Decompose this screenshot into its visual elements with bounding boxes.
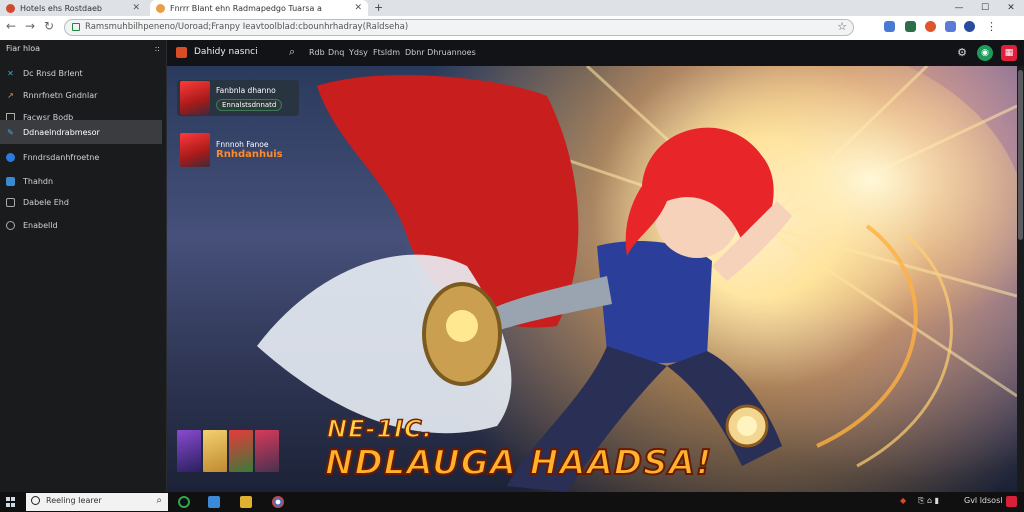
- sidebar: Fiar hloa :: ✕ Dc Rnsd Brlent ↗ Rnnrfnet…: [0, 40, 167, 492]
- nav-link-5[interactable]: Dbnr Dhruannoes: [405, 48, 476, 57]
- menu-dots-icon[interactable]: ⋮: [986, 20, 997, 33]
- tray-alert-icon[interactable]: ◆: [900, 496, 906, 505]
- sidebar-item-label: Rnnrfnetn Gndnlar: [23, 90, 98, 100]
- profile-avatar-icon[interactable]: [964, 21, 975, 32]
- site-logo-icon[interactable]: [176, 47, 187, 58]
- tray-clock-text: Gvl ldsosl: [964, 496, 1003, 505]
- browser-toolbar: ← → ↻ Ramsmuhbilhpeneno/Uoroad;Franpy Ie…: [0, 16, 1024, 41]
- extension-icon[interactable]: [905, 21, 916, 32]
- card-title: Fanbnla dhanno: [216, 85, 276, 95]
- sidebar-item-2[interactable]: ↗ Rnnrfnetn Gndnlar: [0, 84, 162, 106]
- search-icon[interactable]: ⌕: [289, 45, 295, 59]
- settings-icon[interactable]: ⚙: [954, 45, 970, 61]
- character-thumbnail[interactable]: [255, 430, 279, 472]
- extension-icon[interactable]: [945, 21, 956, 32]
- taskbar-search-box[interactable]: Reeling Iearer ⌕: [26, 493, 168, 511]
- site-header: Dahidy nasnci ⌕ Rdb Dnq Ydsy Ftsldm Dbnr…: [167, 40, 1024, 66]
- card-subtitle: Rnhdanhuis: [216, 149, 283, 160]
- file-explorer-icon[interactable]: [240, 496, 252, 508]
- close-window-button[interactable]: ✕: [998, 0, 1024, 16]
- nav-link-2[interactable]: Dnq: [328, 48, 344, 57]
- sidebar-item-8[interactable]: Enabelld: [0, 214, 162, 236]
- sidebar-header: Fiar hloa ::: [6, 44, 160, 53]
- web-page: Dahidy nasnci ⌕ Rdb Dnq Ydsy Ftsldm Dbnr…: [167, 40, 1024, 492]
- taskbar-search-placeholder: Reeling Iearer: [46, 496, 102, 505]
- character-thumbnail: [180, 133, 210, 167]
- folder-icon: [6, 197, 15, 207]
- character-thumbnail[interactable]: [229, 430, 253, 472]
- settings-icon: [6, 220, 15, 230]
- tab-favicon-icon: [156, 3, 165, 13]
- scrollbar-thumb[interactable]: [1018, 70, 1023, 240]
- page-scrollbar[interactable]: [1017, 66, 1024, 492]
- sidebar-item-label: Enabelld: [23, 220, 58, 230]
- shuffle-icon: ✕: [7, 68, 14, 78]
- nav-link-4[interactable]: Ftsldm: [373, 48, 400, 57]
- search-icon: ⌕: [156, 495, 162, 506]
- extension-icon[interactable]: [884, 21, 895, 32]
- tab-close-icon[interactable]: ✕: [354, 3, 362, 13]
- address-bar[interactable]: Ramsmuhbilhpeneno/Uoroad;Franpy Ieavtool…: [64, 19, 854, 36]
- character-card-2[interactable]: Fnnnoh Fanoe Rnhdanhuis: [177, 132, 287, 168]
- browser-tab-2-active[interactable]: Fnrrr Blant ehn Radmapedgo Tuarsa a ✕: [150, 0, 368, 16]
- hero-headline-main: NDLAUGA HAADSA!: [324, 442, 713, 484]
- address-url[interactable]: Ramsmuhbilhpeneno/Uoroad;Franpy Ieavtool…: [85, 22, 408, 32]
- bookmark-star-icon[interactable]: ☆: [837, 20, 847, 33]
- character-thumbnail[interactable]: [177, 430, 201, 472]
- reload-icon[interactable]: ↻: [44, 19, 54, 33]
- light-rays-art: [257, 66, 1017, 492]
- lock-icon: [72, 23, 80, 31]
- character-thumbnail-strip: [177, 430, 279, 472]
- notification-icon[interactable]: [1006, 496, 1017, 507]
- character-thumbnail[interactable]: [203, 430, 227, 472]
- maximize-button[interactable]: ☐: [972, 0, 998, 16]
- sidebar-item-6[interactable]: Thahdn: [0, 170, 162, 192]
- sidebar-item-label: Dabele Ehd: [23, 197, 69, 207]
- app-icon[interactable]: [178, 496, 190, 508]
- arrow-icon: ↗: [7, 90, 14, 100]
- tray-icons[interactable]: ⎘ ⌂ ▮: [918, 496, 939, 506]
- user-avatar[interactable]: ◉: [977, 45, 993, 61]
- sidebar-item-7[interactable]: Dabele Ehd: [0, 191, 162, 213]
- globe-icon: [6, 152, 15, 162]
- tab-title: Fnrrr Blant ehn Radmapedgo Tuarsa a: [170, 3, 322, 13]
- hero-headline-top: NE-1IC.: [326, 414, 433, 444]
- document-icon: [6, 176, 15, 186]
- sidebar-item-4[interactable]: ✎ Ddnaelndrabmesor: [0, 120, 162, 144]
- sidebar-options-icon[interactable]: ::: [155, 44, 160, 53]
- tab-close-icon[interactable]: ✕: [132, 3, 140, 13]
- tab-strip: Hotels ehs Rostdaeb ✕ Fnrrr Blant ehn Ra…: [0, 0, 1024, 16]
- card-badge[interactable]: Ennalstsdnnatd: [216, 98, 283, 111]
- sidebar-item-5[interactable]: Fnndrsdanhfroetne: [0, 146, 162, 168]
- tab-title: Hotels ehs Rostdaeb: [20, 3, 102, 13]
- sidebar-item-label: Thahdn: [23, 176, 54, 186]
- browser-tab-1[interactable]: Hotels ehs Rostdaeb ✕: [0, 0, 146, 16]
- card-title: Fnnnoh Fanoe: [216, 140, 269, 149]
- start-windows-icon[interactable]: [6, 497, 16, 507]
- sidebar-item-label: Ddnaelndrabmesor: [23, 127, 100, 137]
- nav-link-1[interactable]: Rdb: [309, 48, 325, 57]
- hero-banner[interactable]: Fanbnla dhanno Ennalstsdnnatd Fnnnoh Fan…: [167, 66, 1017, 492]
- forward-arrow-icon[interactable]: →: [25, 19, 35, 33]
- app-icon[interactable]: [208, 496, 220, 508]
- minimize-button[interactable]: —: [946, 0, 972, 16]
- extension-icon[interactable]: [925, 21, 936, 32]
- new-tab-button[interactable]: +: [374, 1, 383, 14]
- site-title[interactable]: Dahidy nasnci: [194, 47, 258, 57]
- sidebar-item-1[interactable]: ✕ Dc Rnsd Brlent: [0, 62, 162, 84]
- grid-menu-icon[interactable]: ▦: [1001, 45, 1017, 61]
- browser-icon[interactable]: [272, 496, 284, 508]
- sidebar-item-label: Dc Rnsd Brlent: [23, 68, 83, 78]
- tab-favicon-icon: [6, 3, 15, 13]
- nav-link-3[interactable]: Ydsy: [349, 48, 368, 57]
- character-thumbnail: [180, 81, 210, 115]
- taskbar: Reeling Iearer ⌕ ◆ ⎘ ⌂ ▮ Gvl ldsosl: [0, 492, 1024, 512]
- back-arrow-icon[interactable]: ←: [6, 19, 16, 33]
- sidebar-title: Fiar hloa: [6, 44, 41, 53]
- sidebar-item-label: Fnndrsdanhfroetne: [23, 152, 100, 162]
- pencil-icon: ✎: [7, 127, 14, 137]
- search-icon: [31, 496, 40, 505]
- character-card-1[interactable]: Fanbnla dhanno Ennalstsdnnatd: [177, 80, 299, 116]
